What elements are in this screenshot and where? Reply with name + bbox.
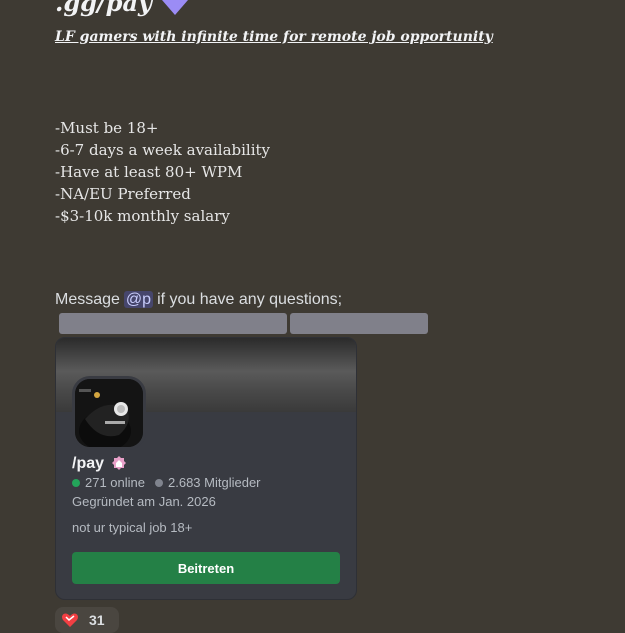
server-avatar-image: [75, 379, 143, 447]
server-icon[interactable]: [72, 376, 146, 450]
requirement-item: -Must be 18+: [55, 119, 159, 137]
heart-icon: [62, 613, 78, 627]
server-description: not ur typical job 18+: [72, 520, 193, 535]
requirement-item: -$3-10k monthly salary: [55, 207, 230, 225]
requirement-item: -NA/EU Preferred: [55, 185, 191, 203]
user-mention[interactable]: @p: [123, 291, 154, 308]
member-dot-icon: [155, 478, 163, 487]
requirement-item: -Have at least 80+ WPM: [55, 163, 243, 181]
title-text: .gg/pay: [55, 0, 152, 17]
server-invite-card: /pay 271 online 2.683 Mitglieder Gegründ…: [55, 337, 357, 600]
redacted-link[interactable]: [59, 313, 287, 334]
founded-date: Gegründet am Jan. 2026: [72, 494, 216, 509]
online-dot-icon: [72, 478, 80, 487]
join-button[interactable]: Beitreten: [72, 552, 340, 584]
online-count: 271 online: [85, 475, 145, 490]
contact-suffix: if you have any questions;: [157, 291, 343, 308]
message-title: .gg/pay: [55, 0, 190, 17]
requirements-list: -Must be 18+ -6-7 days a week availabili…: [55, 117, 270, 227]
server-stats: 271 online 2.683 Mitglieder: [72, 475, 261, 490]
contact-line: Message @p if you have any questions;: [55, 291, 342, 309]
community-badge-icon: [112, 456, 127, 470]
server-name-text: /pay: [72, 455, 105, 472]
redacted-link[interactable]: [290, 313, 428, 334]
member-count: 2.683 Mitglieder: [168, 475, 261, 490]
arrow-down-icon: [162, 0, 188, 15]
reaction-heart[interactable]: 31: [55, 607, 119, 633]
message-subtitle: LF gamers with infinite time for remote …: [55, 29, 493, 45]
contact-prefix: Message: [55, 291, 120, 308]
requirement-item: -6-7 days a week availability: [55, 141, 271, 159]
server-name[interactable]: /pay: [72, 455, 128, 473]
